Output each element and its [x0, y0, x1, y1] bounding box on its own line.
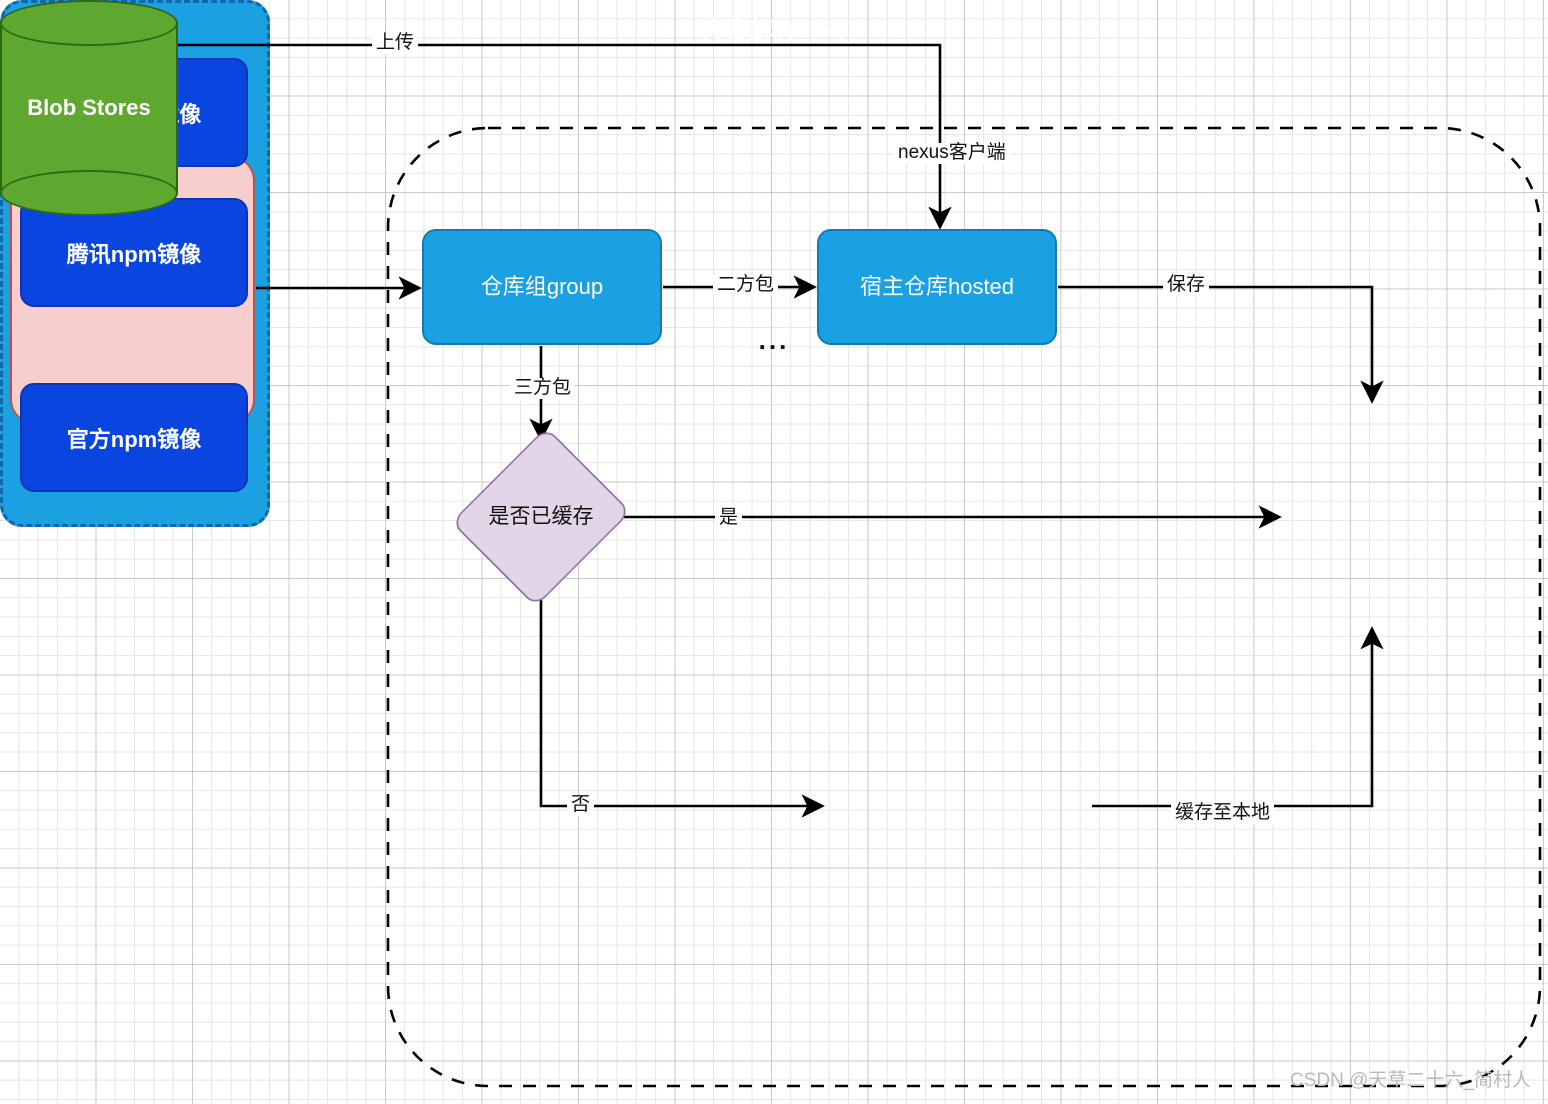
- edge-label-save: 保存: [1163, 274, 1210, 296]
- edge-label-cache-local: 缓存至本地: [1171, 802, 1275, 824]
- edge-label-client-to-hosted: nexus客户端: [894, 142, 1010, 164]
- edge-label-upload: 上传: [372, 32, 419, 54]
- edge-cached-no: [539, 594, 825, 818]
- edge-label-third-party: 三方包: [510, 377, 576, 399]
- node-proxy-repo-title: 代理仓库proxy: [700, 17, 848, 42]
- edge-label-cached-no: 否: [567, 794, 595, 816]
- node-blob-stores-label: Blob Stores: [27, 95, 151, 120]
- node-mirror-official-label: 官方npm镜像: [66, 426, 202, 452]
- proxy-ellipsis: ...: [758, 325, 790, 355]
- node-mirror-tencent-label: 腾讯npm镜像: [66, 241, 202, 267]
- edge-label-second-party: 二方包: [713, 274, 779, 296]
- node-hosted-repo-label: 宿主仓库hosted: [859, 274, 1015, 300]
- node-mirror-official[interactable]: 官方npm镜像: [20, 383, 248, 492]
- node-decision-is-cached[interactable]: 是否已缓存: [450, 426, 632, 608]
- edge-label-cached-yes: 是: [715, 507, 743, 529]
- node-group-repo-label: 仓库组group: [480, 274, 604, 300]
- edge-cache-local: [1092, 626, 1384, 808]
- node-decision-label: 是否已缓存: [488, 504, 594, 528]
- diagram-canvas: nexus客户端 仓库组group 宿主仓库hosted 是否已缓存 代理仓库p…: [0, 0, 1548, 1104]
- csdn-watermark: CSDN @天草二十六_简村人: [1290, 1070, 1531, 1091]
